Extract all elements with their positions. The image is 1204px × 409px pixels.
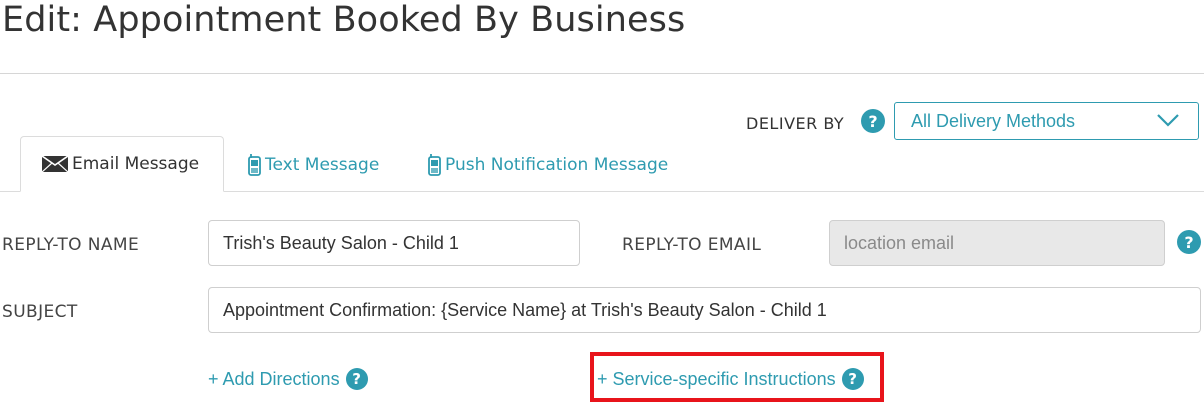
page-title: Edit: Appointment Booked By Business bbox=[2, 0, 686, 40]
reply-to-email-input: location email bbox=[829, 220, 1165, 266]
title-divider bbox=[0, 73, 1204, 74]
envelope-icon bbox=[42, 156, 68, 172]
help-circle-icon[interactable]: ? bbox=[345, 368, 368, 390]
add-directions-link[interactable]: + Add Directions bbox=[208, 369, 340, 390]
chevron-down-icon bbox=[1157, 114, 1179, 127]
tab-push-notification-message-label: Push Notification Message bbox=[445, 155, 669, 175]
tab-text-message[interactable]: Text Message bbox=[248, 150, 379, 180]
mobile-phone-icon bbox=[428, 154, 441, 176]
highlight-box bbox=[590, 352, 884, 402]
tab-push-notification-message[interactable]: Push Notification Message bbox=[428, 150, 668, 180]
reply-to-email-label: REPLY-TO EMAIL bbox=[622, 235, 762, 255]
mobile-phone-icon bbox=[248, 154, 261, 176]
subject-label: SUBJECT bbox=[2, 302, 78, 322]
delivery-method-select[interactable]: All Delivery Methods bbox=[894, 102, 1199, 140]
delivery-method-value: All Delivery Methods bbox=[911, 111, 1076, 131]
help-circle-icon[interactable]: ? bbox=[1177, 230, 1201, 254]
subject-input[interactable]: Appointment Confirmation: {Service Name}… bbox=[208, 287, 1201, 333]
reply-to-name-label: REPLY-TO NAME bbox=[2, 235, 140, 255]
tab-email-message[interactable]: Email Message bbox=[20, 136, 224, 192]
tab-email-message-label: Email Message bbox=[72, 154, 200, 174]
add-directions-link-group[interactable]: + Add Directions ? bbox=[208, 368, 368, 390]
deliver-by-label: DELIVER BY bbox=[746, 114, 845, 133]
reply-to-name-input[interactable]: Trish's Beauty Salon - Child 1 bbox=[208, 220, 580, 266]
help-circle-icon[interactable]: ? bbox=[861, 109, 885, 133]
tab-text-message-label: Text Message bbox=[265, 155, 380, 175]
